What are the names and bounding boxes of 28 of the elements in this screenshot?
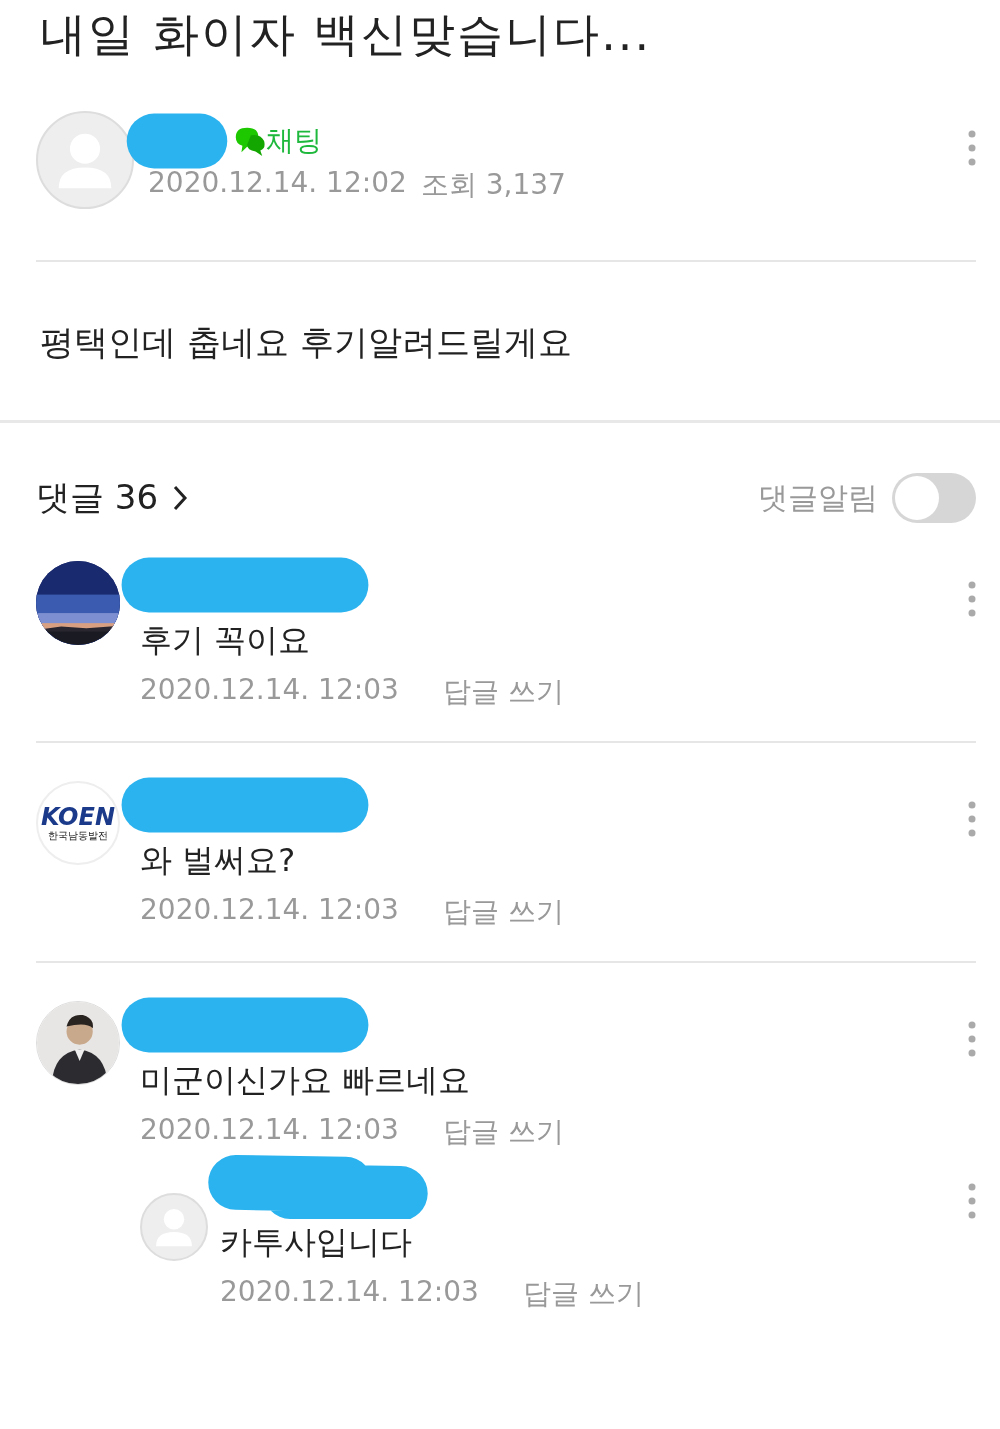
reply-link[interactable]: 답글 쓰기 — [442, 1113, 564, 1151]
comment-date: 2020.12.14. 12:03 — [140, 893, 399, 928]
comment-text: 후기 꼭이요 — [140, 620, 312, 661]
more-icon[interactable] — [968, 130, 976, 166]
reply-link[interactable]: 답글 쓰기 — [442, 893, 564, 931]
more-icon[interactable] — [968, 581, 976, 617]
more-icon[interactable] — [968, 1021, 976, 1057]
reply-link[interactable]: 답글 쓰기 — [522, 1275, 644, 1313]
comment-text: 미군이신가요 빠르네요 — [140, 1060, 472, 1101]
comment-text: 와 벌써요? — [140, 840, 297, 881]
view-count: 조회 3,137 — [420, 167, 566, 203]
comment-date: 2020.12.14. 12:03 — [140, 673, 399, 708]
comments-link[interactable]: 댓글 36 — [36, 475, 189, 521]
comment-text: 카투사입니다 — [220, 1222, 413, 1263]
logo-text: KOEN — [41, 804, 115, 830]
more-icon[interactable] — [968, 1183, 976, 1219]
post-title: 내일 화이자 백신맞습니다... — [40, 6, 653, 63]
logo-caption: 한국남동발전 — [48, 830, 108, 842]
post-date: 2020.12.14. 12:02 — [148, 166, 407, 201]
reply-link[interactable]: 답글 쓰기 — [442, 673, 564, 711]
chevron-icon — [172, 484, 189, 512]
notify-toggle[interactable] — [892, 473, 976, 523]
notify-label: 댓글알림 — [758, 478, 878, 517]
comment-date: 2020.12.14. 12:03 — [220, 1275, 479, 1310]
chat-link[interactable]: 채팅 — [232, 122, 322, 160]
comment-date: 2020.12.14. 12:03 — [140, 1113, 399, 1148]
post-body: 평택인데 춥네요 후기알려드릴게요 — [40, 321, 573, 364]
more-icon[interactable] — [968, 801, 976, 837]
